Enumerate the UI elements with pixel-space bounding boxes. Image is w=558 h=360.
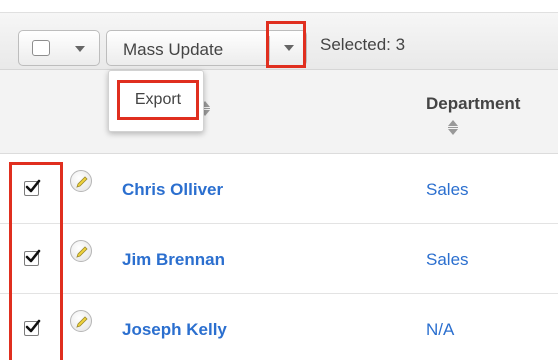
select-all-checkbox[interactable] <box>32 40 50 56</box>
table-header-row: Department <box>0 70 558 154</box>
chevron-down-icon <box>75 46 85 52</box>
selected-count: Selected: 3 <box>320 35 406 54</box>
select-all-dropdown[interactable] <box>18 30 100 66</box>
records-list-view: Mass Update Selected: 3 Department Expor… <box>0 0 558 360</box>
table-row: Chris Olliver Sales <box>0 154 558 224</box>
record-department-link[interactable]: Sales <box>426 250 469 270</box>
department-sort-icon[interactable] <box>448 120 460 138</box>
edit-pencil-icon[interactable] <box>70 240 92 262</box>
actions-dropdown-menu: Export <box>108 70 204 132</box>
record-department-link[interactable]: N/A <box>426 320 454 340</box>
column-header-department[interactable]: Department <box>426 94 520 114</box>
table-row: Jim Brennan Sales <box>0 224 558 294</box>
record-name-link[interactable]: Joseph Kelly <box>122 320 227 340</box>
mass-update-label: Mass Update <box>123 40 224 59</box>
edit-pencil-icon[interactable] <box>70 310 92 332</box>
record-name-link[interactable]: Jim Brennan <box>122 250 225 270</box>
menu-item-export[interactable]: Export <box>117 80 199 120</box>
record-department-link[interactable]: Sales <box>426 180 469 200</box>
edit-pencil-icon[interactable] <box>70 170 92 192</box>
checkboxes-highlight <box>9 162 63 360</box>
table-row: Joseph Kelly N/A <box>0 294 558 360</box>
actions-toggle-highlight <box>266 21 306 68</box>
record-name-link[interactable]: Chris Olliver <box>122 180 223 200</box>
